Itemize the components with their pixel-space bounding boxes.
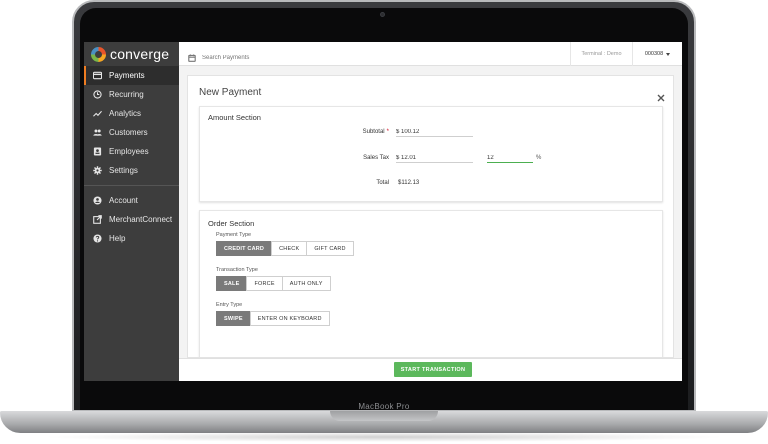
sidebar-item-label: Help (109, 234, 126, 243)
entry-type-selector: SWIPE ENTER ON KEYBOARD (216, 311, 330, 326)
payment-type-check[interactable]: CHECK (271, 241, 308, 256)
transaction-type-sale[interactable]: SALE (216, 276, 248, 291)
transaction-type-label: Transaction Type (216, 267, 258, 273)
close-icon[interactable] (657, 89, 665, 102)
transaction-type-selector: SALE FORCE AUTH ONLY (216, 276, 331, 291)
calendar-icon (188, 49, 196, 67)
screen: converge Payments Recurring Analytics Cu… (84, 42, 682, 381)
entry-type-keyboard[interactable]: ENTER ON KEYBOARD (249, 311, 330, 326)
total-value: $112.13 (398, 180, 420, 186)
required-marker: * (386, 129, 389, 135)
sidebar-item-customers[interactable]: Customers (84, 123, 179, 142)
sidebar-item-label: Payments (109, 71, 145, 80)
search-input[interactable] (202, 55, 322, 61)
sidebar-item-account[interactable]: Account (84, 191, 179, 210)
transaction-type-force[interactable]: FORCE (246, 276, 283, 291)
converge-logo-icon (91, 46, 106, 62)
page-title: New Payment (199, 87, 262, 98)
sidebar-item-label: Account (109, 196, 138, 205)
sidebar-item-label: MerchantConnect (109, 215, 173, 224)
total-label: Total (376, 180, 389, 186)
device-label: MacBook Pro (358, 402, 410, 411)
camera (380, 12, 385, 17)
sidebar-item-label: Employees (109, 147, 149, 156)
sidebar-divider (84, 185, 179, 186)
order-section-title: Order Section (208, 219, 255, 228)
sales-tax-input[interactable] (396, 153, 473, 163)
external-link-icon (92, 215, 102, 225)
account-number: 000308 (644, 51, 664, 57)
sidebar-item-merchantconnect[interactable]: MerchantConnect (84, 210, 179, 229)
subtotal-label: Subtotal * (329, 129, 389, 135)
order-section: Order Section Payment Type CREDIT CARD C… (199, 210, 663, 357)
payment-type-credit-card[interactable]: CREDIT CARD (216, 241, 273, 256)
people-icon (92, 128, 102, 138)
app-name: converge (110, 46, 170, 62)
sales-tax-label: Sales Tax (363, 155, 389, 161)
app-logo[interactable]: converge (84, 42, 179, 66)
sidebar-item-analytics[interactable]: Analytics (84, 104, 179, 123)
gear-icon (92, 166, 102, 176)
entry-type-swipe[interactable]: SWIPE (216, 311, 251, 326)
sidebar-item-label: Settings (109, 166, 138, 175)
laptop-shadow (40, 432, 728, 442)
sidebar-item-settings[interactable]: Settings (84, 161, 179, 180)
transaction-type-auth-only[interactable]: AUTH ONLY (281, 276, 331, 291)
amount-section: Amount Section Subtotal* Sales Tax % Tot… (199, 106, 663, 202)
payment-type-selector: CREDIT CARD CHECK GIFT CARD (216, 241, 354, 256)
trend-icon (92, 109, 102, 119)
sidebar-item-label: Recurring (109, 90, 144, 99)
tax-percent-input[interactable] (487, 153, 533, 163)
sidebar: converge Payments Recurring Analytics Cu… (84, 42, 179, 381)
amount-section-title: Amount Section (208, 113, 261, 122)
base-notch (330, 411, 438, 421)
percent-unit: % (536, 155, 542, 161)
account-selector[interactable]: 000308 (632, 42, 682, 66)
topbar: Terminal : Demo 000308 (179, 42, 682, 66)
sidebar-item-recurring[interactable]: Recurring (84, 85, 179, 104)
sidebar-item-help[interactable]: Help (84, 229, 179, 248)
entry-type-label: Entry Type (216, 302, 243, 308)
start-transaction-button[interactable]: START TRANSACTION (394, 362, 472, 377)
terminal-label: Terminal : Demo (570, 42, 632, 66)
laptop-base (0, 411, 768, 433)
sidebar-item-label: Customers (109, 128, 148, 137)
sidebar-item-label: Analytics (109, 109, 142, 118)
subtotal-label-text: Subtotal (362, 129, 385, 135)
subtotal-input[interactable] (396, 127, 473, 137)
payment-type-gift-card[interactable]: GIFT CARD (306, 241, 354, 256)
sidebar-item-employees[interactable]: Employees (84, 142, 179, 161)
sidebar-item-payments[interactable]: Payments (84, 66, 179, 85)
new-payment-panel: New Payment Amount Section Subtotal* Sal… (187, 75, 674, 358)
account-icon (92, 196, 102, 206)
clock-icon (92, 90, 102, 100)
badge-icon (92, 147, 102, 157)
help-icon (92, 234, 102, 244)
chevron-down-icon (666, 52, 671, 56)
search-bar[interactable] (188, 49, 322, 67)
card-icon (92, 71, 102, 81)
payment-type-label: Payment Type (216, 232, 252, 238)
footer-bar: START TRANSACTION (179, 358, 682, 381)
